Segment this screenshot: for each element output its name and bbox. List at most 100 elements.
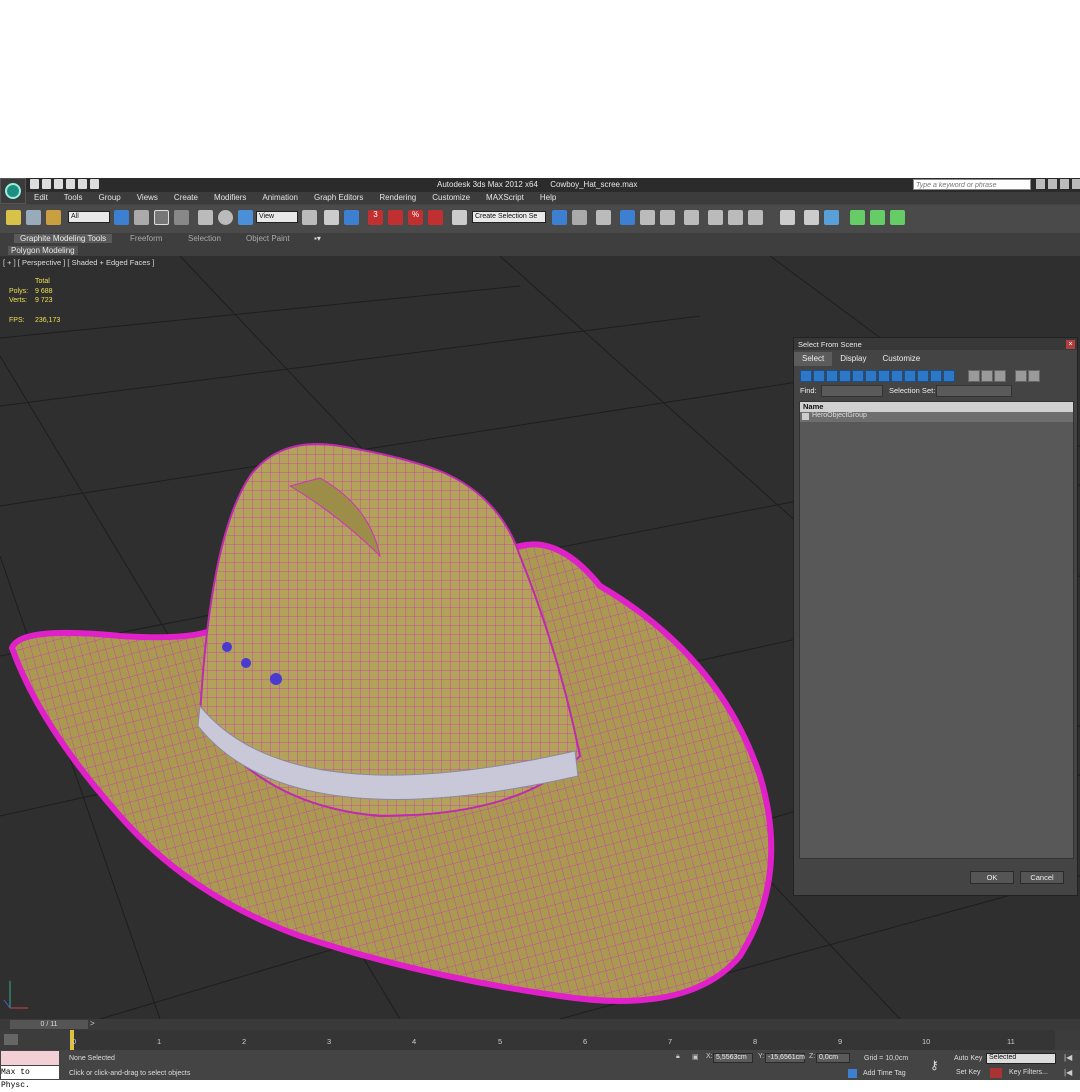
menu-customize[interactable]: Customize bbox=[424, 192, 478, 204]
star-icon[interactable] bbox=[1048, 179, 1057, 189]
window-controls-icon[interactable] bbox=[1072, 179, 1080, 189]
render-teapot-icon[interactable] bbox=[748, 210, 763, 225]
menu-edit[interactable]: Edit bbox=[26, 192, 56, 204]
key-filters-button[interactable]: Key Filters... bbox=[1009, 1069, 1048, 1076]
filter-frozen-icon[interactable] bbox=[930, 370, 942, 382]
filter-geometry-icon[interactable] bbox=[800, 370, 812, 382]
lock-icon[interactable]: 🔒︎ bbox=[676, 1053, 680, 1061]
y-coordinate-field[interactable]: -15,6561cm bbox=[765, 1053, 805, 1063]
new-file-icon[interactable] bbox=[30, 179, 39, 189]
key-icon[interactable]: ⚷ bbox=[930, 1058, 939, 1072]
viewport-label[interactable]: [ + ] [ Perspective ] [ Shaded + Edged F… bbox=[3, 258, 154, 267]
application-button[interactable] bbox=[0, 178, 26, 204]
perspective-viewport[interactable]: [ + ] [ Perspective ] [ Shaded + Edged F… bbox=[0, 256, 1080, 1019]
menu-animation[interactable]: Animation bbox=[254, 192, 306, 204]
keyword-search[interactable] bbox=[913, 179, 1031, 190]
set-key-mode-icon[interactable] bbox=[990, 1068, 1002, 1078]
rotate-icon[interactable] bbox=[218, 210, 233, 225]
extra-tool-1-icon[interactable] bbox=[780, 210, 795, 225]
select-by-name-icon[interactable] bbox=[134, 210, 149, 225]
window-crossing-icon[interactable] bbox=[174, 210, 189, 225]
filter-xrefs-icon[interactable] bbox=[891, 370, 903, 382]
schematic-view-icon[interactable] bbox=[660, 210, 675, 225]
reference-coordinate-dropdown[interactable]: View bbox=[256, 211, 298, 223]
rectangular-selection-icon[interactable] bbox=[154, 210, 169, 225]
redo-icon[interactable] bbox=[78, 179, 87, 189]
move-icon[interactable] bbox=[198, 210, 213, 225]
keyword-search-input[interactable] bbox=[914, 181, 1030, 190]
named-selection-sets-dropdown[interactable]: Create Selection Se bbox=[472, 211, 546, 223]
select-manipulate-icon[interactable] bbox=[324, 210, 339, 225]
keyboard-shortcut-override-icon[interactable] bbox=[344, 210, 359, 225]
save-file-icon[interactable] bbox=[54, 179, 63, 189]
edit-named-selection-icon[interactable] bbox=[452, 210, 467, 225]
close-icon[interactable]: × bbox=[1066, 340, 1075, 349]
mirror-icon[interactable] bbox=[552, 210, 567, 225]
menu-tools[interactable]: Tools bbox=[56, 192, 91, 204]
align-icon[interactable] bbox=[572, 210, 587, 225]
pivot-center-icon[interactable] bbox=[302, 210, 317, 225]
filter-cameras-icon[interactable] bbox=[839, 370, 851, 382]
filter-containers-icon[interactable] bbox=[917, 370, 929, 382]
tab-polygon-modeling[interactable]: Polygon Modeling bbox=[8, 246, 78, 255]
set-key-button[interactable]: Set Key bbox=[956, 1069, 981, 1076]
maxscript-mini-listener[interactable]: Max to Physc. bbox=[1, 1066, 59, 1090]
cancel-button[interactable]: Cancel bbox=[1020, 871, 1064, 884]
key-mode-dropdown[interactable]: Selected bbox=[986, 1053, 1056, 1064]
filter-groups-icon[interactable] bbox=[878, 370, 890, 382]
menu-maxscript[interactable]: MAXScript bbox=[478, 192, 532, 204]
undo-icon[interactable] bbox=[66, 179, 75, 189]
auto-key-button[interactable]: Auto Key bbox=[954, 1055, 982, 1062]
ribbon-options-icon[interactable]: ▪▾ bbox=[314, 234, 321, 243]
spinner-snap-icon[interactable] bbox=[428, 210, 443, 225]
menu-graph-editors[interactable]: Graph Editors bbox=[306, 192, 371, 204]
select-all-icon[interactable] bbox=[968, 370, 980, 382]
filter-spacewarps-icon[interactable] bbox=[865, 370, 877, 382]
filter-lights-icon[interactable] bbox=[826, 370, 838, 382]
filter-helpers-icon[interactable] bbox=[852, 370, 864, 382]
curve-editor-mini-icon[interactable] bbox=[4, 1034, 18, 1045]
layer-manager-icon[interactable] bbox=[596, 210, 611, 225]
unlink-icon[interactable] bbox=[26, 210, 41, 225]
list-item[interactable]: HeroObjectGroup bbox=[800, 412, 1073, 422]
graphite-toggle-icon[interactable] bbox=[620, 210, 635, 225]
filter-shapes-icon[interactable] bbox=[813, 370, 825, 382]
angle-snap-icon[interactable] bbox=[388, 210, 403, 225]
help-icon[interactable] bbox=[1060, 179, 1069, 189]
dialog-menu-display[interactable]: Display bbox=[832, 352, 874, 366]
bind-space-warp-icon[interactable] bbox=[46, 210, 61, 225]
filter-bones-icon[interactable] bbox=[904, 370, 916, 382]
select-object-icon[interactable] bbox=[114, 210, 129, 225]
extra-tool-5-icon[interactable] bbox=[870, 210, 885, 225]
hierarchy-icon[interactable] bbox=[1028, 370, 1040, 382]
tab-graphite-modeling-tools[interactable]: Graphite Modeling Tools bbox=[14, 234, 113, 243]
select-none-icon[interactable] bbox=[981, 370, 993, 382]
time-tag-icon[interactable] bbox=[848, 1069, 857, 1078]
name-column-header[interactable]: Name bbox=[800, 402, 1073, 412]
find-input[interactable] bbox=[821, 385, 883, 397]
dialog-title-bar[interactable]: Select From Scene × bbox=[794, 338, 1077, 350]
menu-help[interactable]: Help bbox=[532, 192, 564, 204]
time-slider-next-icon[interactable]: > bbox=[90, 1019, 95, 1028]
key-mode-toggle-icon[interactable]: |◀ bbox=[1064, 1068, 1072, 1077]
open-file-icon[interactable] bbox=[42, 179, 51, 189]
tab-selection[interactable]: Selection bbox=[188, 234, 221, 243]
select-and-link-icon[interactable] bbox=[6, 210, 21, 225]
curve-editor-icon[interactable] bbox=[640, 210, 655, 225]
menu-group[interactable]: Group bbox=[90, 192, 128, 204]
menu-views[interactable]: Views bbox=[129, 192, 166, 204]
tab-object-paint[interactable]: Object Paint bbox=[246, 234, 290, 243]
extra-tool-6-icon[interactable] bbox=[890, 210, 905, 225]
x-coordinate-field[interactable]: 5,5563cm bbox=[713, 1053, 753, 1063]
rendered-frame-icon[interactable] bbox=[728, 210, 743, 225]
binoculars-icon[interactable] bbox=[1036, 179, 1045, 189]
filter-funnel-icon[interactable] bbox=[1015, 370, 1027, 382]
extra-tool-2-icon[interactable] bbox=[804, 210, 819, 225]
z-coordinate-field[interactable]: 0,0cm bbox=[816, 1053, 850, 1063]
time-slider[interactable]: 0 / 11 bbox=[10, 1020, 88, 1029]
absolute-mode-icon[interactable]: ▣ bbox=[692, 1053, 699, 1061]
selection-set-dropdown[interactable] bbox=[936, 385, 1012, 397]
menu-create[interactable]: Create bbox=[166, 192, 206, 204]
select-invert-icon[interactable] bbox=[994, 370, 1006, 382]
snaps-toggle-icon[interactable]: 3 bbox=[368, 210, 383, 225]
